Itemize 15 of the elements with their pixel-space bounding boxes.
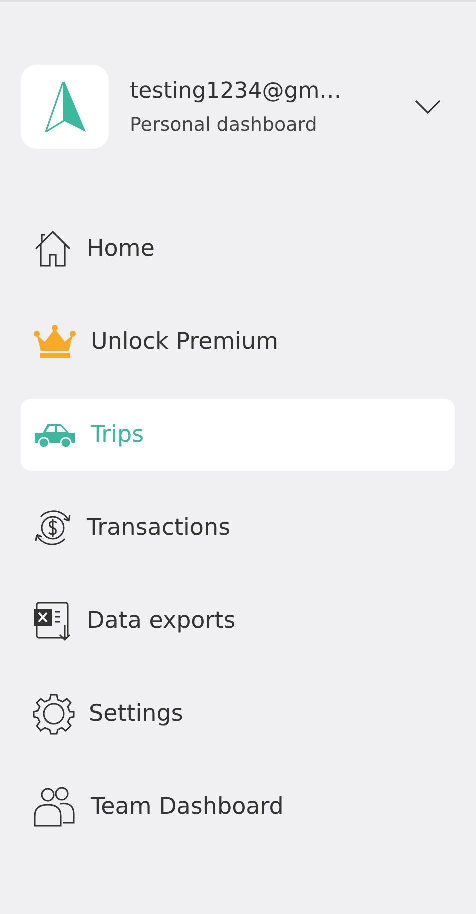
menu-item[interactable]: Home (21, 213, 455, 285)
menu-item[interactable]: Unlock Premium (21, 306, 455, 378)
menu-item[interactable]: Settings (21, 678, 455, 750)
menu-item[interactable]: Data exports (21, 585, 455, 657)
account-email: testing1234@gm… (130, 78, 343, 104)
account-subtitle: Personal dashboard (130, 114, 318, 136)
settings-icon (33, 693, 75, 735)
chevron-down-icon[interactable] (415, 100, 441, 114)
house-icon (33, 229, 73, 269)
menu-item[interactable]: Transactions (21, 492, 455, 564)
menu-item[interactable]: Team Dashboard (21, 771, 455, 843)
car-icon (33, 421, 77, 449)
crown-icon (33, 325, 77, 359)
people-icon (33, 786, 77, 828)
spreadsheet-export-icon (33, 600, 73, 642)
